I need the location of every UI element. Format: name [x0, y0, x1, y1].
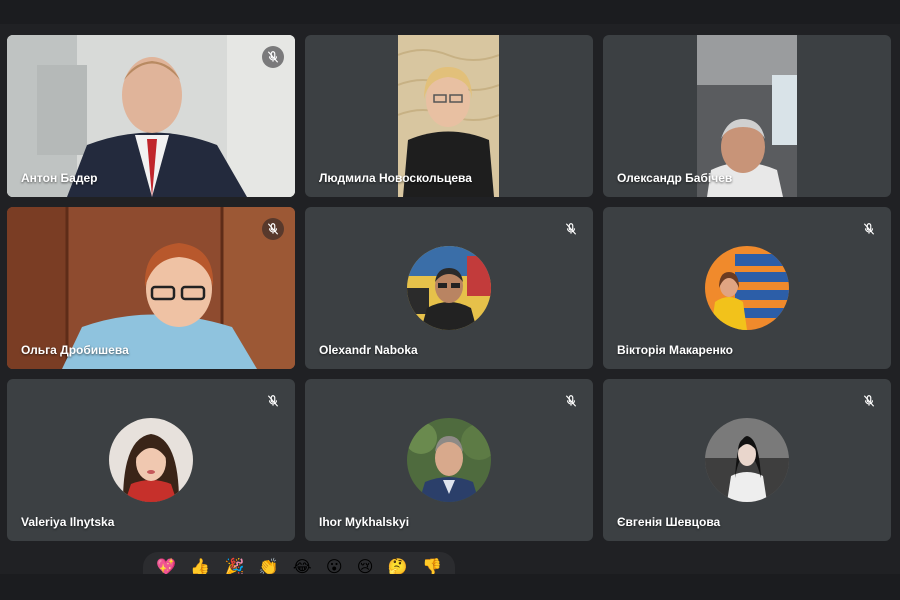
participant-name: Євгенія Шевцова: [617, 515, 721, 529]
participant-tile[interactable]: Антон Бадер: [7, 35, 295, 197]
participant-name: Olexandr Naboka: [319, 343, 418, 357]
mic-muted-icon: [858, 218, 880, 240]
participant-name: Вікторія Макаренко: [617, 343, 733, 357]
participant-tile[interactable]: Ольга Дробишева: [7, 207, 295, 369]
participant-grid: Антон Бадер Людмила Новоскольцева Олекса…: [7, 35, 891, 541]
participant-tile[interactable]: Євгенія Шевцова: [603, 379, 891, 541]
bottom-bar: [0, 574, 900, 600]
mic-muted-icon: [560, 218, 582, 240]
participant-name: Valeriya Ilnytska: [21, 515, 115, 529]
top-bar: [0, 0, 900, 24]
mic-muted-icon: [262, 46, 284, 68]
participant-tile[interactable]: Olexandr Naboka: [305, 207, 593, 369]
participant-tile[interactable]: Олександр Бабічев: [603, 35, 891, 197]
participant-tile[interactable]: Valeriya Ilnytska: [7, 379, 295, 541]
participant-tile[interactable]: Ihor Mykhalskyi: [305, 379, 593, 541]
participant-tile[interactable]: Вікторія Макаренко: [603, 207, 891, 369]
participant-name: Ольга Дробишева: [21, 343, 129, 357]
mic-muted-icon: [858, 390, 880, 412]
mic-muted-icon: [262, 390, 284, 412]
participant-avatar: [407, 418, 491, 502]
participant-avatar: [705, 418, 789, 502]
mic-muted-icon: [262, 218, 284, 240]
participant-name: Олександр Бабічев: [617, 171, 733, 185]
participant-avatar: [109, 418, 193, 502]
participant-name: Людмила Новоскольцева: [319, 171, 472, 185]
participant-name: Антон Бадер: [21, 171, 98, 185]
participant-name: Ihor Mykhalskyi: [319, 515, 410, 529]
mic-muted-icon: [560, 390, 582, 412]
participant-avatar: [407, 246, 491, 330]
participant-tile[interactable]: Людмила Новоскольцева: [305, 35, 593, 197]
participant-avatar: [705, 246, 789, 330]
